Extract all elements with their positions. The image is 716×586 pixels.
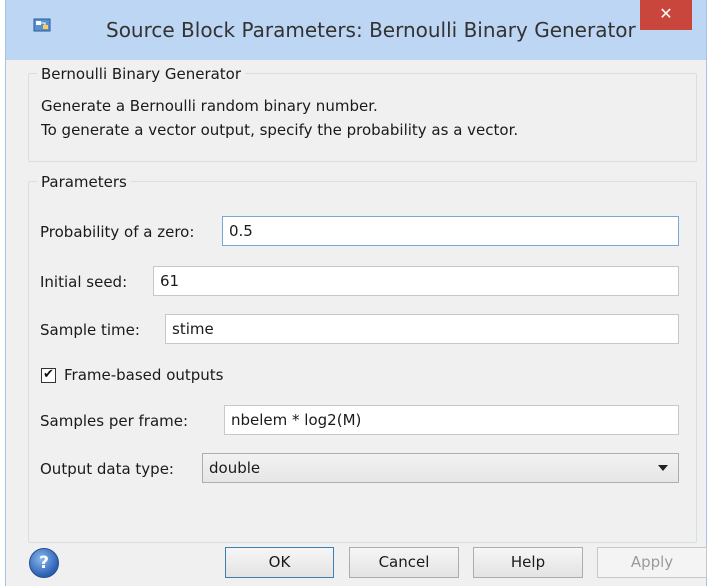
output-data-type-label: Output data type: [40, 460, 174, 478]
sample-time-input[interactable]: stime [165, 314, 679, 344]
output-data-type-value: double [209, 459, 261, 477]
initial-seed-input[interactable]: 61 [153, 266, 679, 296]
output-data-type-select[interactable]: double [202, 453, 679, 483]
close-button[interactable]: ✕ [640, 0, 692, 30]
samples-per-frame-input[interactable]: nbelem * log2(M) [224, 405, 679, 435]
checkmark-icon: ✔ [43, 367, 54, 382]
frame-based-label[interactable]: Frame-based outputs [64, 366, 224, 384]
initial-seed-label: Initial seed: [40, 273, 128, 291]
parameters-group-legend: Parameters [37, 173, 131, 191]
description-line-1: Generate a Bernoulli random binary numbe… [41, 97, 378, 115]
probability-input[interactable]: 0.5 [222, 216, 679, 246]
dialog-body: Bernoulli Binary Generator Generate a Be… [15, 60, 699, 586]
cancel-button[interactable]: Cancel [349, 547, 459, 578]
title-bar[interactable]: Source Block Parameters: Bernoulli Binar… [6, 0, 706, 60]
window-title: Source Block Parameters: Bernoulli Binar… [106, 18, 636, 42]
description-line-2: To generate a vector output, specify the… [41, 121, 519, 139]
close-icon: ✕ [659, 4, 673, 23]
description-group-legend: Bernoulli Binary Generator [37, 65, 246, 83]
sample-time-label: Sample time: [40, 321, 140, 339]
help-question-icon[interactable]: ? [29, 548, 59, 578]
frame-based-checkbox[interactable]: ✔ [41, 367, 56, 383]
probability-label: Probability of a zero: [40, 223, 195, 241]
apply-button[interactable]: Apply [597, 547, 707, 578]
samples-per-frame-label: Samples per frame: [40, 412, 189, 430]
simulink-app-icon [33, 18, 51, 32]
ok-button[interactable]: OK [225, 547, 334, 578]
description-group: Bernoulli Binary Generator Generate a Be… [28, 65, 697, 162]
help-button[interactable]: Help [473, 547, 583, 578]
parameters-group: Parameters Probability of a zero: 0.5 In… [28, 173, 697, 543]
dropdown-arrow-icon [658, 465, 668, 471]
dialog-window: Source Block Parameters: Bernoulli Binar… [5, 0, 707, 586]
